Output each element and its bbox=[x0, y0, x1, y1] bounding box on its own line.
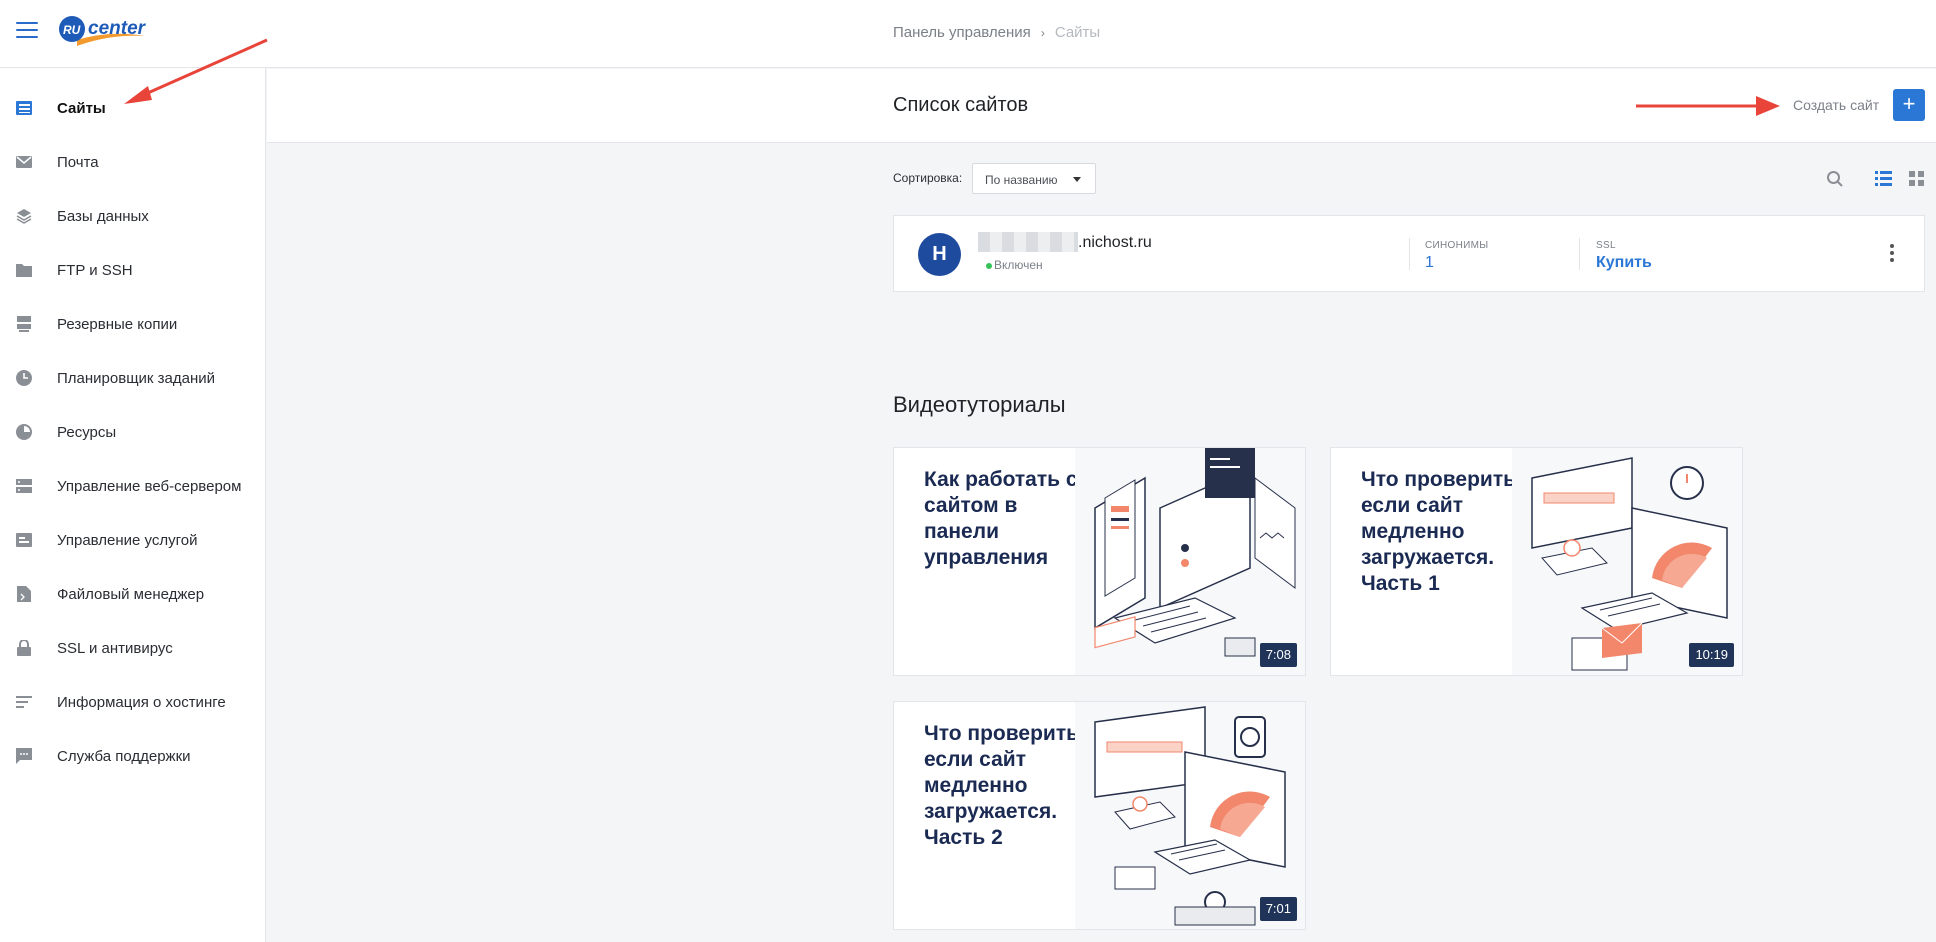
list-view-icon[interactable] bbox=[1875, 171, 1892, 186]
ftp-icon bbox=[15, 261, 33, 279]
sidebar-item-backups[interactable]: Резервные копии bbox=[0, 302, 265, 346]
sort-dropdown[interactable]: По названию bbox=[972, 163, 1096, 194]
sidebar-item-label: Резервные копии bbox=[57, 315, 178, 333]
divider bbox=[1409, 238, 1410, 270]
sort-label: Сортировка: bbox=[893, 171, 963, 185]
ssl-buy-link[interactable]: Купить bbox=[1596, 254, 1652, 272]
sidebar-item-service[interactable]: Управление услугой bbox=[0, 518, 265, 562]
logo-ru-text: RU bbox=[63, 23, 81, 37]
video-illustration bbox=[1512, 448, 1742, 675]
video-card[interactable]: Как работать с сайтом в панели управлени… bbox=[893, 447, 1306, 676]
breadcrumb-separator: › bbox=[1040, 26, 1045, 40]
info-icon bbox=[15, 693, 33, 711]
video-duration: 7:08 bbox=[1259, 643, 1297, 667]
video-illustration bbox=[1075, 702, 1305, 929]
sidebar-item-hosting-info[interactable]: Информация о хостинге bbox=[0, 680, 265, 724]
lock-icon bbox=[15, 639, 33, 657]
ssl-label: SSL bbox=[1596, 240, 1616, 251]
sites-icon bbox=[15, 99, 33, 117]
video-duration: 10:19 bbox=[1689, 643, 1734, 667]
sidebar-item-label: FTP и SSH bbox=[57, 261, 133, 279]
file-manager-icon bbox=[15, 585, 33, 603]
redacted-domain-prefix bbox=[978, 232, 1078, 252]
sidebar-item-scheduler[interactable]: Планировщик заданий bbox=[0, 356, 265, 400]
caret-down-icon bbox=[1073, 177, 1081, 182]
more-options-icon[interactable] bbox=[1886, 244, 1898, 266]
video-illustration bbox=[1075, 448, 1305, 675]
sidebar-item-file-manager[interactable]: Файловый менеджер bbox=[0, 572, 265, 616]
content-header: Список сайтов Создать сайт + bbox=[267, 69, 1936, 143]
grid-view-icon[interactable] bbox=[1909, 171, 1924, 186]
sidebar-item-mail[interactable]: Почта bbox=[0, 140, 265, 184]
create-site-link[interactable]: Создать сайт bbox=[1793, 97, 1879, 113]
sidebar-item-ssl[interactable]: SSL и антивирус bbox=[0, 626, 265, 670]
breadcrumb: Панель управления › Сайты bbox=[893, 24, 1100, 41]
sidebar-item-sites[interactable]: Сайты bbox=[0, 86, 265, 130]
mail-icon bbox=[15, 153, 33, 171]
sidebar-item-label: Базы данных bbox=[57, 207, 149, 225]
service-icon bbox=[15, 531, 33, 549]
top-bar: RU center Панель управления › Сайты bbox=[0, 0, 1936, 68]
sidebar-item-label: Почта bbox=[57, 153, 99, 171]
sidebar-item-label: Планировщик заданий bbox=[57, 369, 215, 387]
site-status: Включен bbox=[994, 258, 1043, 272]
sidebar-item-ftp[interactable]: FTP и SSH bbox=[0, 248, 265, 292]
sidebar-item-label: SSL и антивирус bbox=[57, 639, 173, 657]
sidebar-item-label: Информация о хостинге bbox=[57, 693, 226, 711]
sidebar-item-label: Управление услугой bbox=[57, 531, 198, 549]
sidebar-item-label: Ресурсы bbox=[57, 423, 117, 441]
logo-center-text: center bbox=[88, 18, 147, 39]
support-icon bbox=[15, 747, 33, 765]
video-title: Что проверить, если сайт медленно загруж… bbox=[1361, 468, 1522, 595]
sidebar-item-label: Управление веб-сервером bbox=[57, 477, 242, 495]
synonyms-value[interactable]: 1 bbox=[1425, 254, 1434, 272]
video-title: Как работать с сайтом в панели управлени… bbox=[924, 468, 1078, 569]
sidebar-item-webserver[interactable]: Управление веб-сервером bbox=[0, 464, 265, 508]
sidebar-item-label: Файловый менеджер bbox=[57, 585, 205, 603]
divider bbox=[1579, 238, 1580, 270]
resources-icon bbox=[15, 423, 33, 441]
video-title: Что проверить, если сайт медленно загруж… bbox=[924, 722, 1085, 849]
sidebar-item-resources[interactable]: Ресурсы bbox=[0, 410, 265, 454]
site-card[interactable]: H .nichost.ru Включен СИНОНИМЫ 1 SSL Куп… bbox=[893, 215, 1925, 292]
page-title: Список сайтов bbox=[893, 94, 1029, 116]
sidebar: Сайты Почта Базы данных FTP и SSH Резерв… bbox=[0, 68, 266, 942]
video-duration: 7:01 bbox=[1259, 897, 1297, 921]
database-icon bbox=[15, 207, 33, 225]
create-site-button[interactable]: + bbox=[1893, 89, 1925, 121]
tutorials-title: Видеотуториалы bbox=[893, 392, 1066, 417]
site-avatar: H bbox=[918, 233, 961, 276]
webserver-icon bbox=[15, 477, 33, 495]
breadcrumb-current: Сайты bbox=[1054, 24, 1101, 41]
scheduler-icon bbox=[15, 369, 33, 387]
search-icon[interactable] bbox=[1826, 170, 1844, 188]
video-card[interactable]: Что проверить, если сайт медленно загруж… bbox=[893, 701, 1306, 930]
menu-icon[interactable] bbox=[16, 22, 38, 40]
video-card[interactable]: Что проверить, если сайт медленно загруж… bbox=[1330, 447, 1743, 676]
sort-value: По названию bbox=[985, 173, 1058, 187]
sidebar-item-support[interactable]: Служба поддержки bbox=[0, 734, 265, 778]
ru-center-logo[interactable]: RU center bbox=[55, 12, 151, 52]
sidebar-item-label: Сайты bbox=[57, 99, 106, 117]
site-domain[interactable]: .nichost.ru bbox=[1078, 234, 1152, 252]
sidebar-item-databases[interactable]: Базы данных bbox=[0, 194, 265, 238]
sidebar-item-label: Служба поддержки bbox=[57, 747, 191, 765]
synonyms-label: СИНОНИМЫ bbox=[1425, 240, 1489, 251]
backup-icon bbox=[15, 315, 33, 333]
breadcrumb-home[interactable]: Панель управления bbox=[893, 24, 1031, 41]
status-dot-icon bbox=[986, 263, 992, 269]
